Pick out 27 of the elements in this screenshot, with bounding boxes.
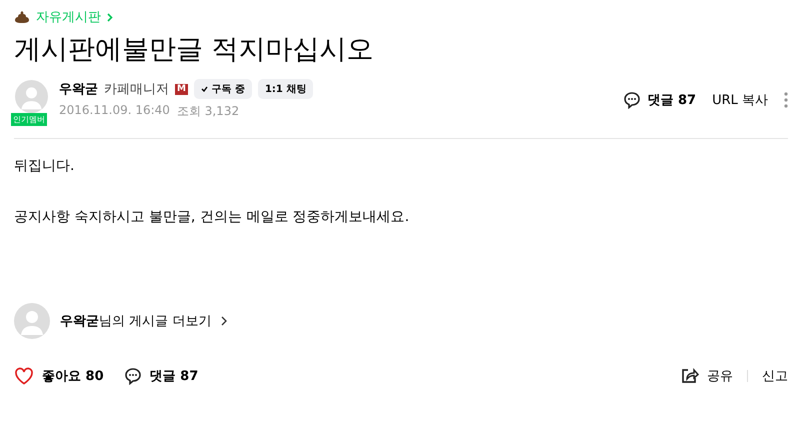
author-role: 카페매니저 [104, 81, 169, 98]
comment-icon [623, 91, 642, 109]
comments-link[interactable]: 댓글 87 [647, 91, 696, 109]
poop-icon [14, 10, 30, 24]
likes-count[interactable]: 좋아요 80 [42, 367, 104, 385]
share-link[interactable]: 공유 [707, 367, 733, 385]
more-posts-link[interactable]: 우왁굳님의 게시글 더보기 [60, 312, 212, 330]
chevron-icon [107, 12, 113, 22]
more-icon[interactable] [784, 92, 788, 108]
chat-button[interactable]: 1:1 채팅 [258, 79, 314, 99]
comment-icon [124, 367, 142, 385]
post-paragraph: 뒤집니다. [14, 157, 76, 175]
manager-badge: M [175, 84, 188, 94]
check-icon [200, 86, 208, 92]
post-title: 게시판에불만글 적지마십시오 [14, 33, 375, 67]
view-count: 조회 3,132 [176, 103, 240, 120]
chevron-icon [221, 316, 228, 326]
heart-icon[interactable] [14, 367, 34, 385]
comments-count[interactable]: 댓글 87 [150, 367, 198, 385]
report-link[interactable]: 신고 [762, 367, 788, 385]
post-paragraph: 공지사항 숙지하시고 불만글, 건의는 메일로 정중하게보내세요. [14, 208, 410, 226]
copy-url-link[interactable]: URL 복사 [712, 91, 768, 109]
member-badge: 인기멤버 [11, 113, 47, 126]
subscribe-button[interactable]: 구독 중 [194, 79, 252, 99]
author-name[interactable]: 우왁굳 [59, 80, 98, 98]
share-icon[interactable] [681, 368, 699, 384]
post-date: 2016.11.09. 16:40 [59, 103, 170, 119]
